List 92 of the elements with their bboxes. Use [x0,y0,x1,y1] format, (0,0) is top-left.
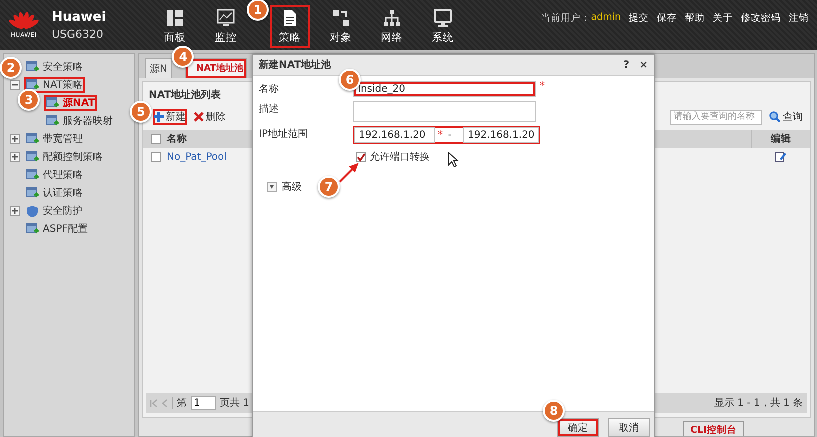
tree-item[interactable]: 带宽管理 [24,131,85,147]
delete-icon [194,112,204,122]
step-badge: 5 [130,101,152,123]
boxes-icon [332,8,350,26]
window-icon [26,78,39,92]
edit-icon[interactable] [775,151,787,163]
checkbox[interactable] [356,152,366,162]
brand-name: Huawei [52,10,106,24]
field-label: 描述 [259,102,280,116]
expand-icon[interactable] [10,152,20,162]
tree-item[interactable]: ASPF配置 [24,221,90,237]
tree-item[interactable]: 安全策略 [24,59,85,75]
pool-name-link[interactable]: No_Pat_Pool [167,152,227,162]
search-icon [769,111,781,123]
header-link[interactable]: 提交 [629,12,649,25]
tree-item[interactable]: 配额控制策略 [24,149,105,165]
range-separator: - [447,130,453,140]
page-total: 页共 1 [220,396,250,410]
tree-item[interactable]: 服务器映射 [44,113,115,129]
window-icon [46,114,59,128]
shield-icon [26,204,39,218]
nav-item[interactable]: 网络 [372,5,412,48]
user-name: admin [591,12,621,23]
logo-icon [8,12,40,30]
column-header: 名称 [167,132,187,146]
header-link[interactable]: 关于 [713,12,733,25]
step-badge: 1 [247,0,269,21]
window-icon [26,168,39,182]
network-icon [383,8,401,26]
expand-icon[interactable] [10,134,20,144]
header-link[interactable]: 修改密码 [741,12,781,25]
step-badge: 2 [0,57,22,79]
panel-title: NAT地址池列表 [148,88,222,103]
checkbox-label: 允许端口转换 [370,150,430,164]
nav-item[interactable]: 面板 [155,5,195,48]
help-button[interactable]: ? [624,60,630,70]
field-label: 名称 [259,83,280,96]
window-icon [26,186,39,200]
step-badge: 8 [543,400,565,422]
advanced-toggle[interactable]: 高级 [267,180,302,194]
device-model: USG6320 [52,28,105,40]
monitor-icon [434,8,452,26]
checkbox[interactable] [151,134,161,144]
cursor-icon [448,152,459,168]
cancel-button[interactable]: 取消 [608,418,650,437]
end-ip-field[interactable]: 192.168.1.20 [463,127,539,143]
expand-icon [267,182,277,192]
search-field[interactable]: 请输入要查询的名称 [670,110,762,124]
cli-button[interactable]: CLI控制台 [683,421,744,436]
dashboard-icon [166,8,184,26]
delete-button[interactable]: 删除 [193,109,227,125]
description-field[interactable] [353,101,536,122]
page-field[interactable]: 1 [191,396,216,410]
header-link[interactable]: 注销 [789,12,809,25]
header-link[interactable]: 帮助 [685,12,705,25]
window-icon [26,132,39,146]
tree-item[interactable]: 认证策略 [24,185,85,201]
column-header: 编辑 [771,132,791,146]
header-link[interactable]: 保存 [657,12,677,25]
nav-item[interactable]: 系统 [423,5,463,48]
nav-item[interactable]: 监控 [206,5,246,48]
search-button[interactable]: 查询 [768,109,804,125]
required-mark: * [438,130,443,140]
user-label: 当前用户： [541,12,592,25]
document-icon [281,8,299,26]
step-badge: 7 [318,176,340,198]
start-ip-field[interactable]: 192.168.1.20 [354,127,435,143]
name-field[interactable]: Inside_20 [353,81,536,97]
close-button[interactable]: × [640,60,648,70]
field-label: IP地址范围 [259,128,309,141]
step-badge: 3 [18,89,40,111]
required-mark: * [540,81,545,92]
expand-icon[interactable] [10,206,20,216]
tree-item[interactable]: 安全防护 [24,203,85,219]
collapse-icon[interactable] [10,80,20,90]
window-icon [26,60,39,74]
tree-item[interactable]: 代理策略 [24,167,85,183]
tab[interactable]: 源N [145,58,172,78]
page-summary: 显示 1 - 1，共 1 条 [714,396,803,410]
check-icon [356,152,366,162]
plus-icon [154,112,164,122]
window-icon [26,222,39,236]
nav-item[interactable]: 策略 [270,5,310,48]
checkbox[interactable] [151,152,161,162]
window-icon [26,150,39,164]
page-label: 第 [177,397,187,410]
nav-item[interactable]: 对象 [321,5,361,48]
confirm-button[interactable]: 确定 [557,418,599,437]
dialog-title: 新建NAT地址池 [259,58,332,72]
chart-icon [217,8,235,26]
annotation-arrow [338,162,360,184]
window-icon [46,96,59,110]
